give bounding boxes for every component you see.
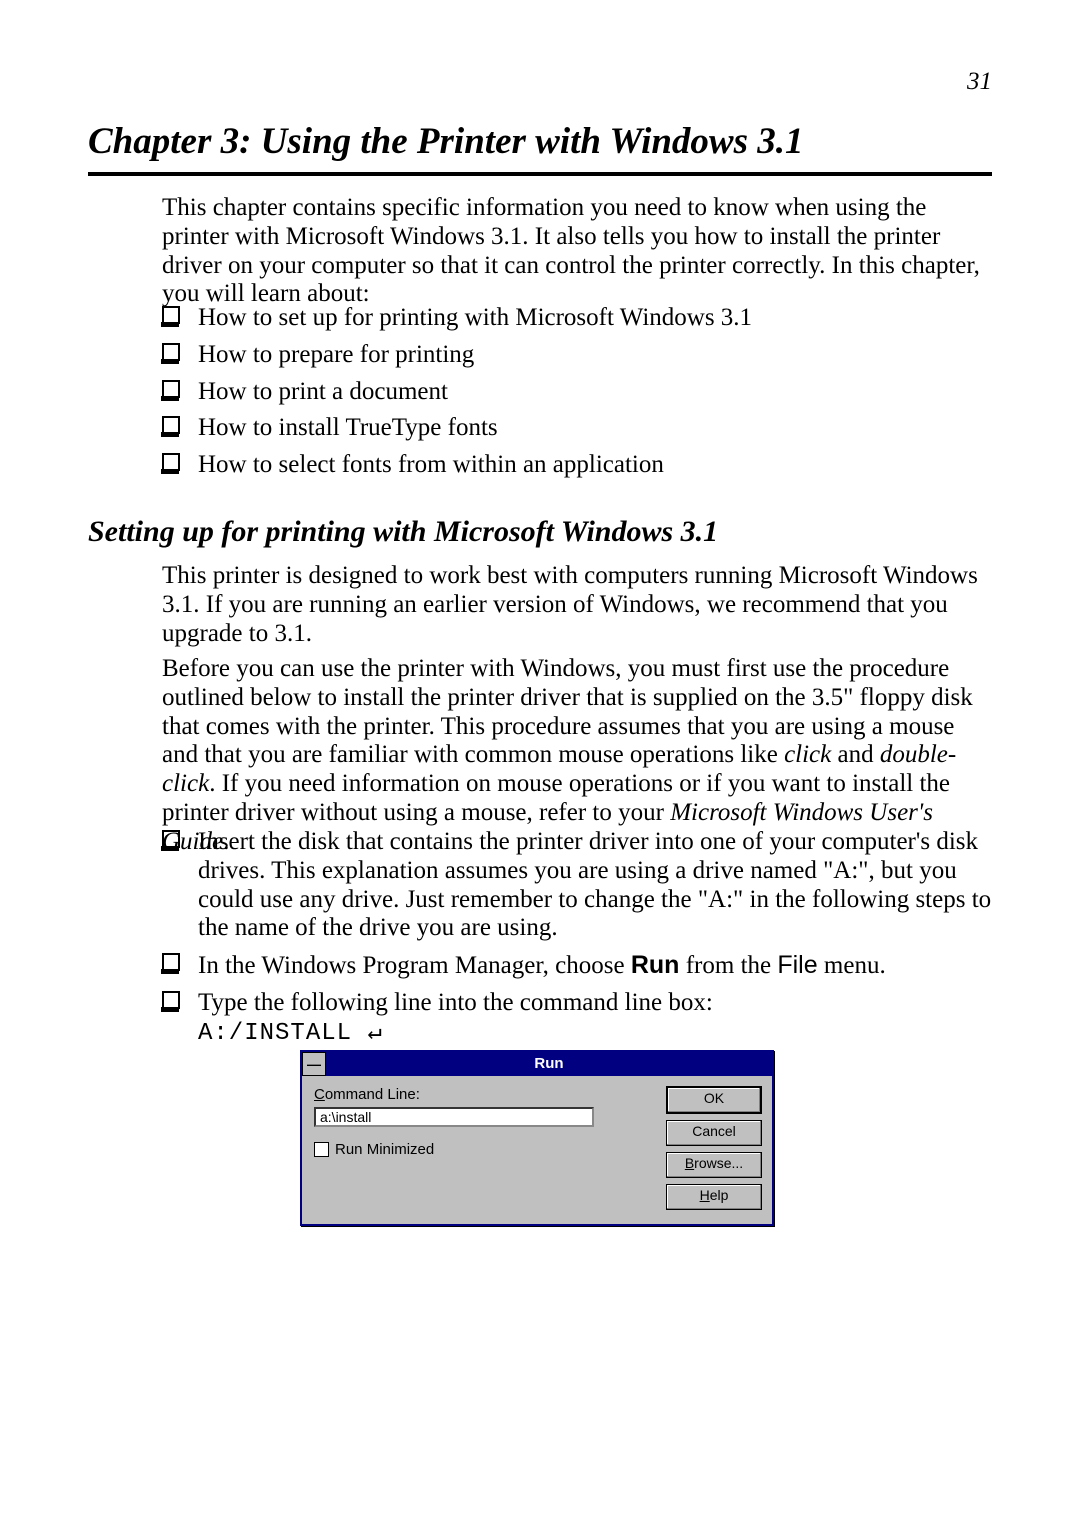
cancel-button[interactable]: Cancel (666, 1120, 762, 1146)
mnemonic: H (700, 1187, 710, 1203)
text-run: In the Windows Program Manager, choose (198, 952, 631, 979)
checkbox-bullet-icon (162, 953, 180, 971)
checkbox-bullet-icon (162, 380, 180, 398)
list-item: How to install TrueType fonts (162, 414, 994, 443)
section-paragraph-1: This printer is designed to work best wi… (162, 562, 994, 648)
list-item: Type the following line into the command… (162, 989, 994, 1047)
help-button[interactable]: Help (666, 1184, 762, 1210)
page-number: 31 (967, 68, 992, 96)
document-page: 31 Chapter 3: Using the Printer with Win… (0, 0, 1080, 1529)
checkbox-bullet-icon (162, 453, 180, 471)
topics-list: How to set up for printing with Microsof… (162, 304, 994, 488)
btn-rest: elp (710, 1187, 729, 1203)
intro-paragraph: This chapter contains specific informati… (162, 194, 994, 309)
browse-button[interactable]: Browse... (666, 1152, 762, 1178)
step-text: In the Windows Program Manager, choose R… (198, 952, 886, 979)
italic-term: click (784, 741, 831, 768)
chapter-rule (88, 172, 992, 176)
mnemonic: C (314, 1086, 325, 1103)
text-run: Run (335, 1141, 367, 1158)
checkbox-icon[interactable] (314, 1142, 329, 1157)
btn-rest: rowse... (694, 1155, 743, 1171)
topic-text: How to prepare for printing (198, 341, 474, 368)
list-item: How to set up for printing with Microsof… (162, 304, 994, 333)
section-title: Setting up for printing with Microsoft W… (88, 515, 718, 549)
ok-button[interactable]: OK (666, 1086, 762, 1114)
steps-list: Insert the disk that contains the printe… (162, 828, 994, 1055)
topic-text: How to install TrueType fonts (198, 414, 498, 441)
topic-text: How to select fonts from within an appli… (198, 451, 664, 478)
text-run: from the (679, 952, 777, 979)
text-run: inimized (379, 1141, 434, 1158)
mnemonic: B (685, 1155, 694, 1171)
mnemonic: M (367, 1141, 380, 1158)
checkbox-bullet-icon (162, 306, 180, 324)
topic-text: How to print a document (198, 378, 448, 405)
dialog-left: Command Line: Run Minimized (314, 1086, 656, 1210)
text-run: and (831, 741, 880, 768)
section-paragraph-2: Before you can use the printer with Wind… (162, 655, 994, 856)
topic-text: How to set up for printing with Microsof… (198, 304, 752, 331)
list-item: Insert the disk that contains the printe… (162, 828, 994, 943)
command-line-label: Command Line: (314, 1086, 656, 1103)
run-dialog: — Run Command Line: Run Minimized OK Can… (300, 1050, 774, 1226)
list-item: How to select fonts from within an appli… (162, 451, 994, 480)
step-text: Insert the disk that contains the printe… (198, 828, 991, 941)
dialog-buttons: OK Cancel Browse... Help (666, 1086, 762, 1210)
command-line-input[interactable] (314, 1107, 594, 1127)
text-run: menu. (818, 952, 886, 979)
list-item: In the Windows Program Manager, choose R… (162, 951, 994, 981)
step-text: Type the following line into the command… (198, 989, 713, 1016)
dialog-titlebar[interactable]: — Run (302, 1052, 772, 1076)
run-minimized-row[interactable]: Run Minimized (314, 1141, 656, 1158)
ui-menu: File (777, 951, 817, 979)
list-item: How to print a document (162, 378, 994, 407)
ui-command: Run (631, 951, 680, 979)
checkbox-bullet-icon (162, 343, 180, 361)
run-minimized-label: Run Minimized (335, 1141, 434, 1158)
dialog-title: Run (326, 1052, 772, 1076)
checkbox-bullet-icon (162, 991, 180, 1009)
checkbox-bullet-icon (162, 830, 180, 848)
checkbox-bullet-icon (162, 416, 180, 434)
list-item: How to prepare for printing (162, 341, 994, 370)
chapter-title: Chapter 3: Using the Printer with Window… (88, 120, 804, 163)
system-menu-icon[interactable]: — (302, 1052, 326, 1076)
dialog-body: Command Line: Run Minimized OK Cancel Br… (302, 1076, 772, 1224)
label-rest: ommand Line: (325, 1086, 420, 1103)
command-line-text: A:/INSTALL ↵ (198, 1020, 383, 1047)
